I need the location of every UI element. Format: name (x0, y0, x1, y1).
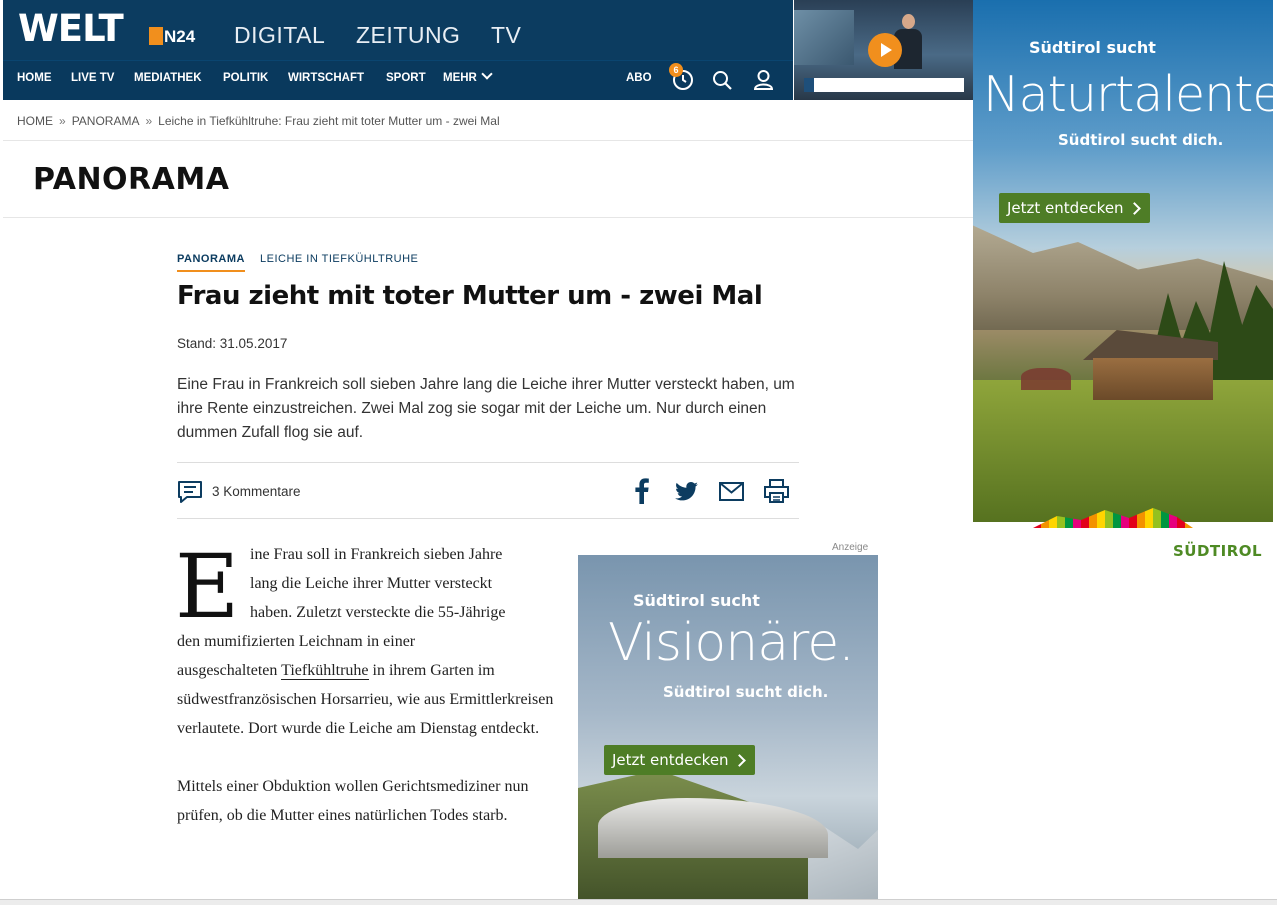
nav-home[interactable]: HOME (17, 72, 52, 85)
facebook-icon[interactable] (619, 477, 664, 505)
ad-hut (1083, 330, 1218, 400)
nav-wirtschaft[interactable]: WIRTSCHAFT (288, 72, 364, 85)
section-divider (3, 217, 973, 218)
comments-count: 3 Kommentare (212, 484, 301, 500)
ad-inline-suedtirol[interactable]: Südtirol sucht Visionäre. Südtirol sucht… (578, 555, 878, 900)
nav-politik[interactable]: POLITIK (223, 72, 268, 85)
breadcrumb-panorama[interactable]: PANORAMA (72, 114, 140, 128)
ad-headline-large: Naturtalente. (983, 66, 1273, 123)
ad-people (1021, 368, 1071, 390)
article-headline: Frau zieht mit toter Mutter um - zwei Ma… (177, 281, 763, 311)
ad-label: Anzeige (832, 542, 869, 553)
abo-link[interactable]: ABO (626, 72, 652, 85)
body-line: den mumifizierten Leichnam in einer (177, 633, 416, 650)
welt-logo[interactable]: WELT (18, 10, 124, 47)
video-ticker (804, 78, 964, 92)
n24-logo[interactable]: N24 (149, 27, 195, 45)
breadcrumb-home[interactable]: HOME (17, 114, 53, 128)
user-icon[interactable] (753, 69, 774, 94)
nav-mehr[interactable]: MEHR (443, 68, 493, 85)
n24-logo-text: N24 (164, 26, 196, 46)
section-title[interactable]: PANORAMA (33, 165, 229, 195)
top-link-tv[interactable]: TV (491, 24, 521, 47)
video-studio-screen (794, 10, 854, 65)
share-bar: 3 Kommentare (177, 462, 799, 519)
breadcrumb-current: Leiche in Tiefkühltruhe: Frau zieht mit … (158, 114, 500, 128)
nav-live-tv[interactable]: LIVE TV (71, 72, 114, 85)
breadcrumb-divider (3, 140, 973, 141)
video-teaser[interactable] (794, 0, 973, 100)
ad-headline-small: Südtirol sucht (633, 591, 760, 610)
breadcrumb: HOME » PANORAMA » Leiche in Tiefkühltruhe: F… (17, 115, 500, 127)
ad-subline: Südtirol sucht dich. (1058, 131, 1224, 149)
tiefkuehltruhe-link[interactable]: Tiefkühltruhe (281, 662, 369, 680)
nav-mehr-label: MEHR (443, 72, 477, 84)
comment-icon (178, 481, 202, 503)
ad-skyscraper-suedtirol[interactable]: Südtirol sucht Naturtalente. Südtirol su… (973, 0, 1273, 590)
header-top-bar: WELT N24 DIGITAL ZEITUNG TV (3, 0, 793, 60)
comments-link[interactable]: 3 Kommentare (177, 479, 301, 505)
share-icons (619, 477, 799, 505)
article-intro: Eine Frau in Frankreich soll sieben Jahr… (177, 376, 795, 441)
twitter-icon[interactable] (664, 477, 709, 505)
search-icon[interactable] (712, 70, 733, 95)
breadcrumb-separator: » (145, 114, 153, 128)
body-line: haben. Zuletzt versteckte die 55-Jährige (250, 604, 506, 621)
ad-building (598, 798, 828, 858)
ad-cta-button[interactable]: Jetzt entdecken (999, 193, 1150, 223)
window-bottom-edge (0, 899, 1277, 905)
ad-meadow (973, 380, 1273, 530)
body-line: ausgeschalteten (177, 662, 282, 679)
article-paragraph-1: ine Frau soll in Frankreich sieben Jahre… (177, 540, 557, 743)
print-icon[interactable] (754, 477, 799, 505)
body-line: ine Frau soll in Frankreich sieben Jahre (250, 546, 503, 563)
reading-list-badge: 6 (669, 63, 683, 77)
article-date: Stand: 31.05.2017 (177, 336, 288, 351)
play-icon[interactable] (868, 33, 902, 67)
n24-logo-square (149, 27, 163, 45)
ad-cta-button[interactable]: Jetzt entdecken (604, 745, 755, 775)
breadcrumb-separator: » (59, 114, 66, 128)
article-body: ine Frau soll in Frankreich sieben Jahre… (177, 540, 557, 859)
ad-brand-logo: SÜDTIROL (1173, 542, 1263, 560)
mail-icon[interactable] (709, 477, 754, 505)
ad-subline: Südtirol sucht dich. (663, 683, 829, 701)
ad-headline-large: Visionäre. (608, 613, 855, 673)
kicker-panorama[interactable]: PANORAMA (177, 254, 245, 272)
top-link-zeitung[interactable]: ZEITUNG (356, 24, 460, 47)
nav-mediathek[interactable]: MEDIATHEK (134, 72, 202, 85)
body-line: lang die Leiche ihrer Mutter versteckt (250, 575, 493, 592)
kicker-topic[interactable]: LEICHE IN TIEFKÜHLTRUHE (260, 254, 418, 265)
top-link-digital[interactable]: DIGITAL (234, 24, 325, 47)
ad-headline-small: Südtirol sucht (1029, 38, 1156, 57)
nav-sport[interactable]: SPORT (386, 72, 426, 85)
article-paragraph-2: Mittels einer Obduktion wollen Gerichtsm… (177, 778, 529, 824)
